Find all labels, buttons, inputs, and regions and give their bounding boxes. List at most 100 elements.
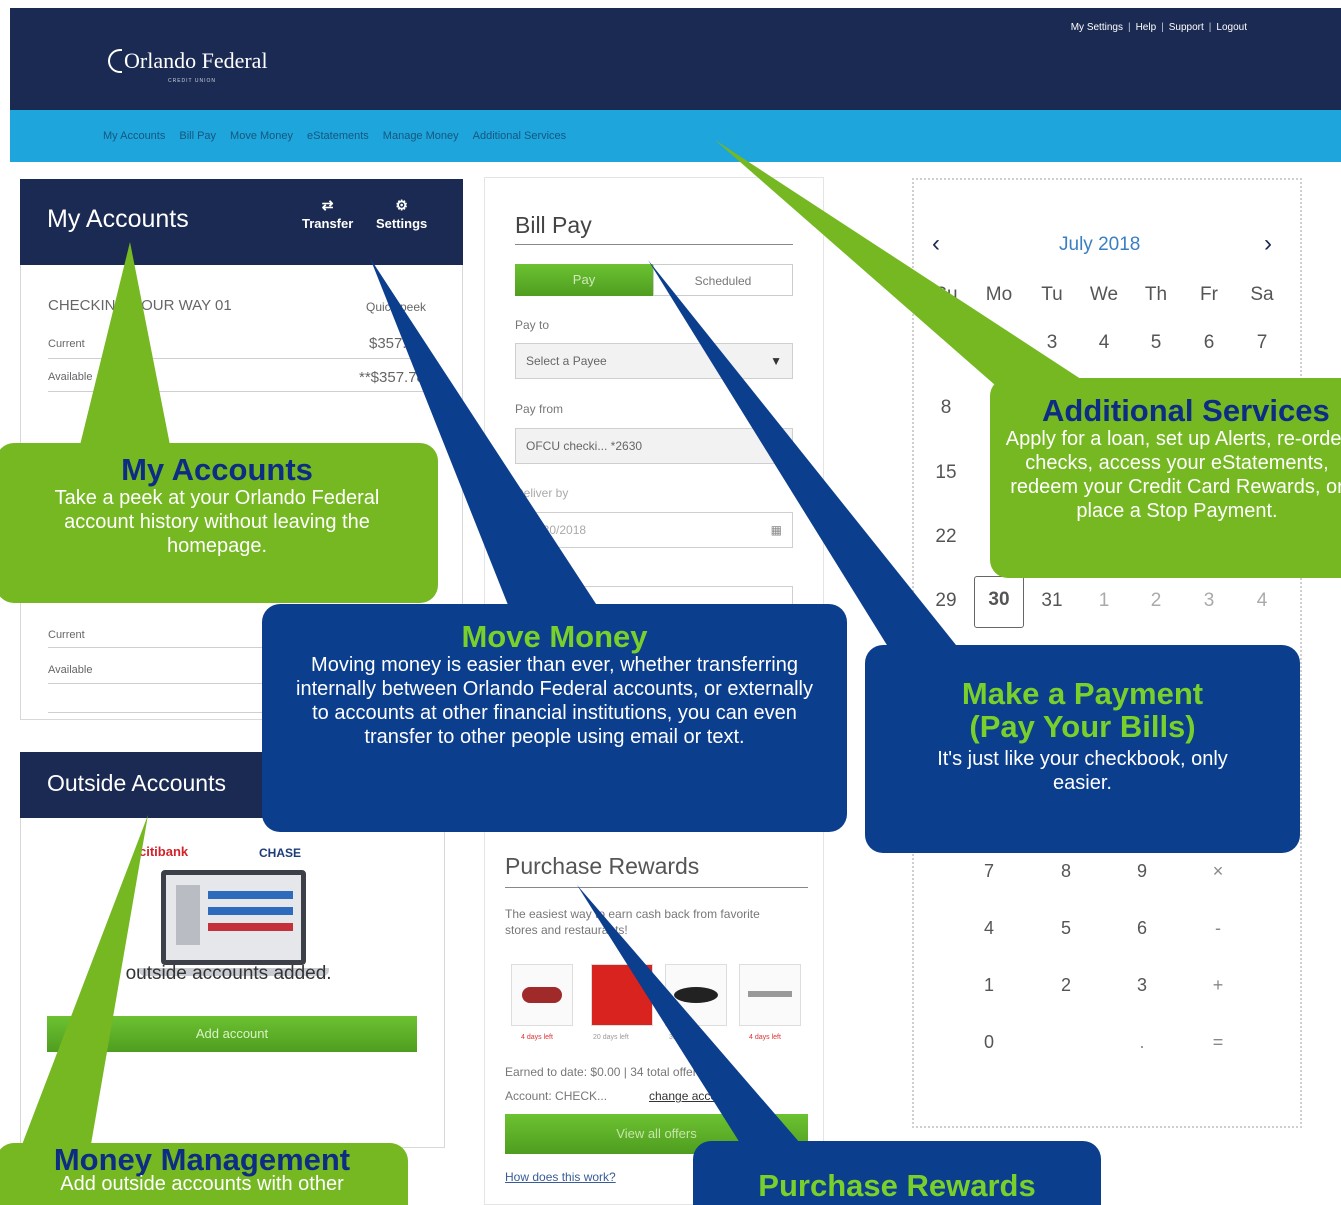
add-account-button[interactable]: Add account [47,1016,417,1052]
chevron-down-icon: ▼ [770,354,782,368]
next-month-icon[interactable]: › [1264,230,1272,258]
reward-days-left: 4 days left [521,1034,553,1041]
calendar-day[interactable]: 7 [1242,332,1282,354]
reward-tile[interactable] [739,964,801,1026]
bill-pay-title: Bill Pay [515,212,592,238]
available-label-2: Available [48,664,93,676]
payee-select[interactable]: Select a Payee ▼ [515,343,793,379]
settings-label: Settings [376,216,428,231]
util-logout[interactable]: Logout [1216,22,1247,33]
calendar-day[interactable]: 3 [1189,590,1229,612]
reward-tile[interactable] [665,964,727,1026]
available-balance: **$357.78 [359,369,425,386]
deliver-by-label: Deliver by [515,486,569,500]
keypad-key[interactable]: + [1198,975,1238,996]
calendar-day[interactable]: 8 [926,397,966,419]
my-accounts-header: My Accounts ⇄ Transfer ⚙ Settings [20,179,463,265]
outside-accounts-title: Outside Accounts [47,770,226,796]
calendar-day[interactable]: 4 [1242,590,1282,612]
nav-move-money[interactable]: Move Money [230,130,293,142]
available-label: Available [48,371,93,383]
callout-title: Move Money [461,619,648,654]
calendar-day[interactable]: 6 [1189,332,1229,354]
calendar-day[interactable]: 31 [1032,590,1072,612]
keypad-key[interactable]: = [1198,1032,1238,1053]
calendar-day[interactable]: 2 [979,332,1019,354]
settings-button[interactable]: ⚙ Settings [376,197,427,231]
top-header: Orlando Federal CREDIT UNION My Settings… [10,8,1341,110]
reward-days-left: 31 days left [669,1034,705,1041]
keypad-key[interactable]: 4 [969,918,1009,939]
keypad-key[interactable]: 0 [969,1032,1009,1053]
keypad-key[interactable]: . [1122,1032,1162,1053]
nav-bill-pay[interactable]: Bill Pay [179,130,216,142]
citibank-logo: citibank [139,844,189,859]
brand-logo[interactable]: Orlando Federal CREDIT UNION [108,48,268,84]
callout-title: My Accounts [121,452,313,487]
calendar-day-today[interactable]: 30 [974,576,1024,628]
keypad-key[interactable]: 1 [969,975,1009,996]
calendar-day[interactable]: 2 [1136,590,1176,612]
keypad-key[interactable]: - [1198,918,1238,939]
my-accounts-callout: My Accounts Take a peek at your Orlando … [0,443,438,603]
weekday-label: Fr [1200,284,1218,305]
calendar-day[interactable]: 15 [926,462,966,484]
pay-from-value: OFCU checki... *2630 [526,439,643,453]
prev-month-icon[interactable]: ‹ [932,230,940,258]
amount-label: Amount [515,562,557,576]
divider [515,244,793,245]
tab-scheduled[interactable]: Scheduled [653,264,793,296]
payee-placeholder: Select a Payee [526,354,607,368]
calendar-month: July 2018 [1059,234,1141,255]
change-account-link[interactable]: change account [649,1089,734,1103]
purchase-rewards-callout: Purchase Rewards [693,1141,1101,1205]
keypad-key[interactable]: 9 [1122,861,1162,882]
purchase-rewards-title: Purchase Rewards [505,853,700,879]
calendar-day[interactable]: 4 [1084,332,1124,354]
quick-peek-link[interactable]: Quick peek [366,300,426,314]
calendar-day[interactable]: 22 [926,526,966,548]
nav-manage-money[interactable]: Manage Money [383,130,459,142]
calendar-day[interactable]: 5 [1136,332,1176,354]
keypad-key[interactable]: 3 [1122,975,1162,996]
utility-links: My Settings | Help | Support | Logout [1071,22,1247,33]
calendar-day[interactable]: 29 [926,590,966,612]
move-money-callout: Move Money Moving money is easier than e… [262,604,847,832]
keypad-key[interactable]: 7 [969,861,1009,882]
keypad-key[interactable]: × [1198,861,1238,882]
util-separator: | [1208,22,1212,33]
keypad-key[interactable]: 8 [1046,861,1086,882]
calendar-day[interactable]: 3 [1032,332,1072,354]
keypad-key[interactable]: 5 [1046,918,1086,939]
calendar-day[interactable]: 1 [1084,590,1124,612]
weekday-label: Tu [1041,284,1063,305]
calendar-icon: ▦ [770,523,782,537]
weekday-label: Th [1144,284,1168,305]
util-my-settings[interactable]: My Settings [1071,22,1123,33]
pay-from-select[interactable]: OFCU checki... *2630 [515,428,793,464]
tab-pay[interactable]: Pay [515,264,653,296]
chase-logo: CHASE [259,846,302,860]
reward-tile[interactable] [511,964,573,1026]
nav-my-accounts[interactable]: My Accounts [103,130,165,142]
current-label: Current [48,338,85,350]
callout-body: It's just like your checkbook, only easi… [937,748,1228,794]
how-does-this-work-link[interactable]: How does this work? [505,1170,616,1184]
no-outside-accounts-text: No outside accounts added. [96,963,332,984]
util-separator: | [1161,22,1164,33]
rewards-account: Account: CHECK... [505,1089,608,1103]
pay-to-label: Pay to [515,318,550,332]
reward-tile[interactable] [591,964,653,1026]
account-name[interactable]: CHECKING YOUR WAY 01 [48,297,232,314]
util-support[interactable]: Support [1169,22,1204,33]
keypad-key[interactable]: 2 [1046,975,1086,996]
transfer-button[interactable]: ⇄ Transfer [302,197,353,231]
laptop-illustration [161,870,306,965]
util-help[interactable]: Help [1136,22,1157,33]
brand-name: Orlando Federal [124,48,268,73]
keypad-key[interactable]: 6 [1122,918,1162,939]
earned-to-date: Earned to date: $0.00 | 34 total offers [505,1065,703,1079]
deliver-by-input[interactable]: 07/30/2018 ▦ [515,512,793,548]
nav-estatements[interactable]: eStatements [307,130,369,142]
nav-additional-services[interactable]: Additional Services [473,130,567,142]
